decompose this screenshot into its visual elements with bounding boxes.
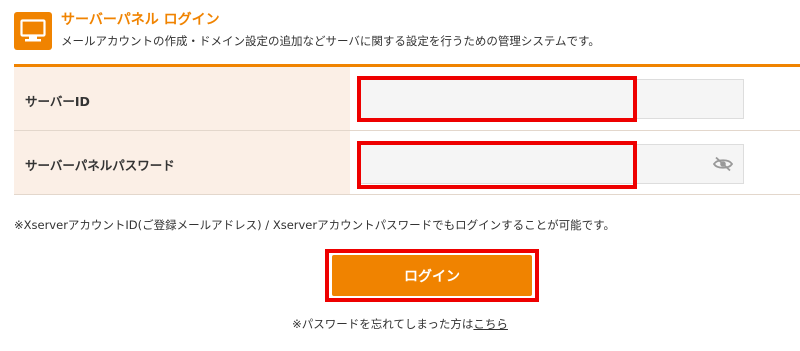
server-id-label-cell: サーバーID — [14, 67, 350, 130]
server-id-row: サーバーID — [14, 67, 800, 131]
password-label: サーバーパネルパスワード — [25, 158, 175, 173]
server-id-input[interactable] — [360, 80, 743, 118]
forgot-password-prefix: ※パスワードを忘れてしまった方は — [292, 317, 474, 331]
eye-slash-icon[interactable] — [712, 156, 734, 172]
login-button[interactable]: ログイン — [332, 255, 532, 296]
server-id-label: サーバーID — [25, 94, 90, 109]
login-note: ※XserverアカウントID(ご登録メールアドレス) / Xserverアカウ… — [14, 218, 615, 232]
password-row: サーバーパネルパスワード — [14, 131, 800, 195]
page-title: サーバーパネル ログイン — [61, 12, 220, 28]
forgot-password-text: ※パスワードを忘れてしまった方はこちら — [0, 316, 800, 332]
forgot-password-link[interactable]: こちら — [473, 317, 508, 331]
page-description: メールアカウントの作成・ドメイン設定の追加などサーバに関する設定を行うための管理… — [61, 34, 600, 48]
header: サーバーパネル ログイン メールアカウントの作成・ドメイン設定の追加などサーバに… — [0, 0, 800, 64]
login-form: サーバーID サーバーパネルパスワード — [14, 64, 800, 199]
password-input[interactable] — [360, 145, 743, 183]
password-label-cell: サーバーパネルパスワード — [14, 131, 350, 194]
password-field — [359, 144, 744, 184]
monitor-icon — [14, 12, 52, 50]
server-id-field — [359, 79, 744, 119]
